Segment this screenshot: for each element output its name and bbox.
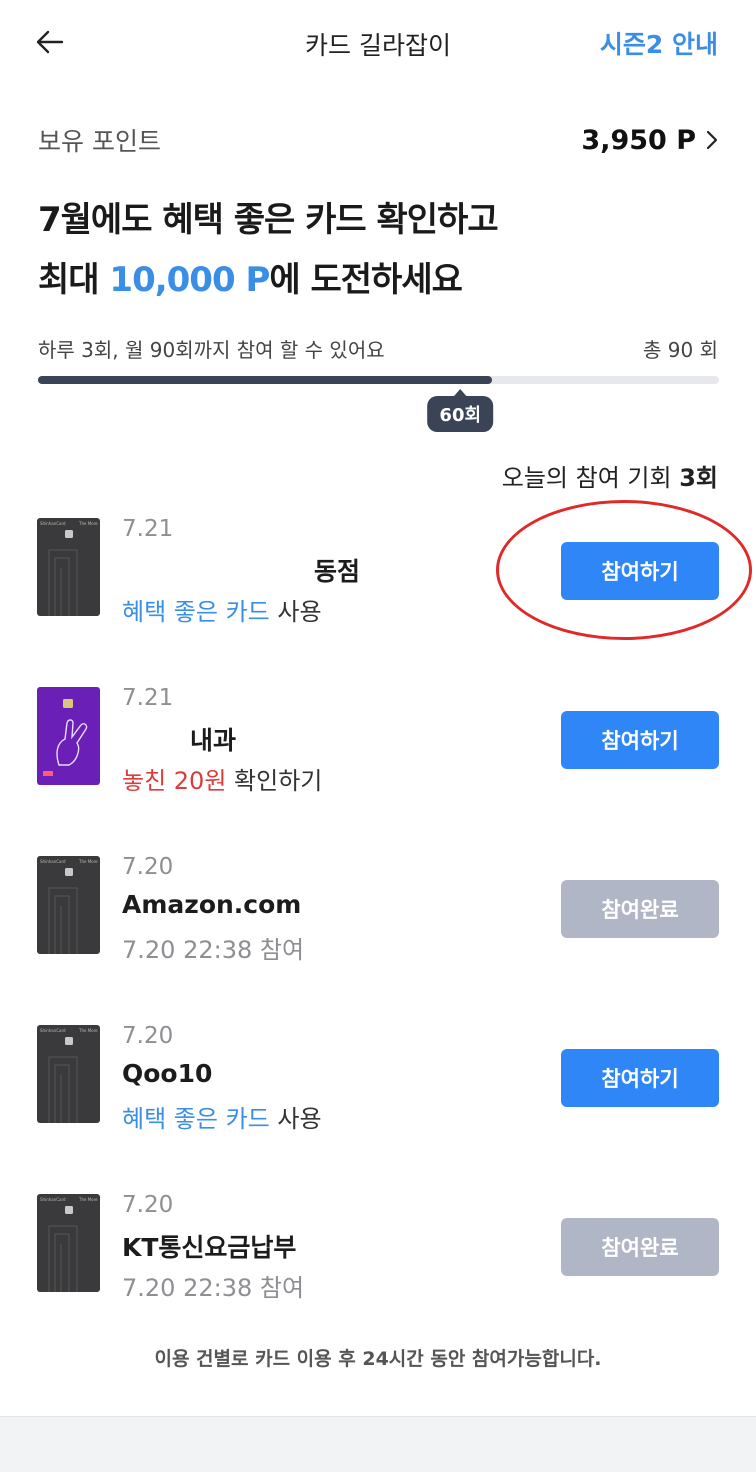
transaction-date: 7.20 [122,1023,174,1049]
transaction-item: ShinhanCard The More 7.21 동점혜택 좋은 카드 사용 참여하기 [0,512,756,681]
merchant-name: 동점 [314,557,361,586]
progress-bar [38,376,719,384]
participated-button[interactable]: 참여완료 [561,880,719,938]
transaction-date: 7.21 [122,516,174,542]
transaction-date: 7.20 [122,854,174,880]
points-label: 보유 포인트 [38,127,161,156]
bottom-area [0,1416,756,1472]
points-row: 보유 포인트 3,950 P [38,118,718,162]
progress-meta: 하루 3회, 월 90회까지 참여 할 수 있어요 총 90 회 [38,334,718,363]
merchant-name: KT통신요금납부 [122,1233,297,1262]
total-count: 총 90 회 [643,338,718,362]
headline-accent: 10,000 P [109,260,270,300]
svg-text:The More: The More [78,521,98,526]
today-count: 3회 [679,464,718,492]
participate-button[interactable]: 참여하기 [561,711,719,769]
merchant-name: 내과 [190,726,237,755]
app-header: 카드 길라잡이 시즌2 안내 [0,0,756,84]
svg-text:ShinhanCard: ShinhanCard [40,859,66,864]
participate-button[interactable]: 참여하기 [561,542,719,600]
transaction-item: ShinhanCard The More 7.20 KT통신요금납부 7.20 22:3… [0,1188,756,1357]
chevron-right-icon [706,130,718,150]
svg-text:The More: The More [78,1197,98,1202]
card-image: ShinhanCard The More [37,1025,100,1123]
transaction-subtext: 7.20 22:38 참여 [122,1274,305,1302]
merchant-name: Qoo10 [122,1059,213,1088]
svg-text:ShinhanCard: ShinhanCard [40,1028,66,1033]
svg-text:The More: The More [78,859,98,864]
card-image: ShinhanCard The More [37,856,100,954]
transaction-list: ShinhanCard The More 7.21 동점 혜택 좋은 카드 사용 참여하기… [0,512,756,1357]
transaction-date: 7.21 [122,685,174,711]
season-guide-link[interactable]: 시즌2 안내 [600,25,718,61]
footnote: 이용 건별로 카드 이용 후 24시간 동안 참여가능합니다. [154,1348,602,1370]
headline-line-2: 최대 10,000 P에 도전하세요 [38,260,463,300]
transaction-item: ShinhanCard The More 7.20 Amazon.com 7.20 22… [0,850,756,1019]
card-image: ShinhanCard The More [37,518,100,616]
merchant-name: Amazon.com [122,890,302,919]
svg-text:The More: The More [78,1028,98,1033]
transaction-subtext: 7.20 22:38 참여 [122,936,305,964]
promo-headline: 7월에도 혜택 좋은 카드 확인하고 최대 10,000 P에 도전하세요 [38,190,499,310]
card-image: ShinhanCard The More [37,1194,100,1292]
participate-button[interactable]: 참여하기 [561,1049,719,1107]
progress-fill [38,376,493,384]
svg-text:ShinhanCard: ShinhanCard [40,521,66,526]
transaction-subtext: 혜택 좋은 카드 사용 [122,598,322,626]
transaction-item: 7.21 내과놓친 20원 확인하기 참여하기 [0,681,756,850]
transaction-subtext: 놓친 20원 확인하기 [122,767,323,795]
participated-button[interactable]: 참여완료 [561,1218,719,1276]
svg-text:ShinhanCard: ShinhanCard [40,1197,66,1202]
today-chances: 오늘의 참여 기회 3회 [501,464,718,492]
transaction-date: 7.20 [122,1192,174,1218]
participation-note: 하루 3회, 월 90회까지 참여 할 수 있어요 [38,338,385,362]
headline-line-1: 7월에도 혜택 좋은 카드 확인하고 [38,200,499,240]
card-image [37,687,100,785]
transaction-item: ShinhanCard The More 7.20 Qoo10 혜택 좋은 카드 사용 참… [0,1019,756,1188]
transaction-subtext: 혜택 좋은 카드 사용 [122,1105,322,1133]
points-value-link[interactable]: 3,950 P [581,125,718,156]
progress-badge: 60회 [427,396,494,432]
points-value: 3,950 P [581,124,696,156]
